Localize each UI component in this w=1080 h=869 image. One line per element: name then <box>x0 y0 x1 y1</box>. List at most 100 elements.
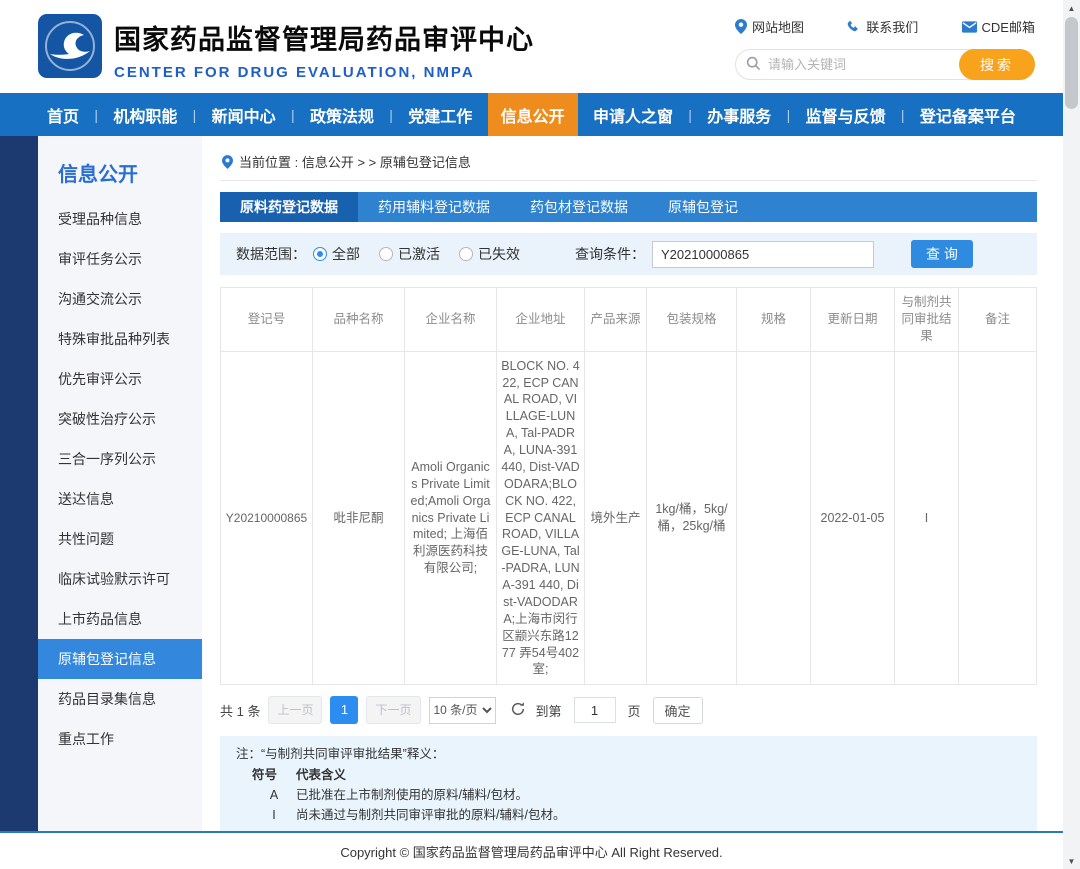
left-decoration-strip <box>0 136 38 831</box>
mailbox-label: CDE邮箱 <box>982 17 1035 36</box>
sidebar-item-three-in-one[interactable]: 三合一序列公示 <box>38 439 202 479</box>
tab-bar: 原料药登记数据 药用辅料登记数据 药包材登记数据 原辅包登记 <box>220 192 1037 222</box>
tab-packaging-registration[interactable]: 药包材登记数据 <box>510 192 648 222</box>
col-product-name: 品种名称 <box>313 288 405 352</box>
nav-item-applicant[interactable]: 申请人之窗 <box>580 93 686 136</box>
refresh-icon <box>510 701 526 717</box>
quick-links: 网站地图 联系我们 CDE邮箱 <box>735 17 1035 36</box>
col-remark: 备注 <box>959 288 1037 352</box>
sidebar-item-accepted-varieties[interactable]: 受理品种信息 <box>38 199 202 239</box>
site-subtitle: CENTER FOR DRUG EVALUATION, NMPA <box>114 64 534 81</box>
scroll-up-arrow[interactable]: ▲ <box>1063 0 1080 16</box>
page-size-select[interactable]: 10 条/页 <box>429 697 496 724</box>
query-button[interactable]: 查 询 <box>911 240 973 268</box>
radio-activated-label: 已激活 <box>398 244 440 264</box>
header-right: 网站地图 联系我们 CDE邮箱 <box>735 17 1035 80</box>
note-item-a: A 已批准在上市制剂使用的原料/辅料/包材。 <box>236 785 1021 805</box>
tab-raw-aux-pack[interactable]: 原辅包登记 <box>648 192 758 222</box>
sidebar-title: 信息公开 <box>38 150 202 199</box>
nav-divider <box>901 107 905 123</box>
note-item-i: I 尚未通过与制剂共同审评审批的原料/辅料/包材。 <box>236 805 1021 825</box>
results-table: 登记号 品种名称 企业名称 企业地址 产品来源 包装规格 规格 更新日期 与制剂… <box>220 287 1037 685</box>
mailbox-link[interactable]: CDE邮箱 <box>962 17 1035 36</box>
next-page-button[interactable]: 下一页 <box>366 696 420 724</box>
cell-update-date: 2022-01-05 <box>811 351 895 685</box>
nav-item-registration-platform[interactable]: 登记备案平台 <box>907 93 1029 136</box>
sidebar-item-drug-catalog[interactable]: 药品目录集信息 <box>38 679 202 719</box>
nav-item-policy[interactable]: 政策法规 <box>297 93 387 136</box>
sidebar-item-communication[interactable]: 沟通交流公示 <box>38 279 202 319</box>
nav-divider <box>787 107 791 123</box>
note-symbol-a: A <box>252 785 296 805</box>
col-company: 企业名称 <box>405 288 497 352</box>
page-number-1[interactable]: 1 <box>330 696 358 724</box>
radio-expired[interactable]: 已失效 <box>459 244 520 264</box>
results-table-wrap: 登记号 品种名称 企业名称 企业地址 产品来源 包装规格 规格 更新日期 与制剂… <box>220 287 1037 685</box>
nav-item-party[interactable]: 党建工作 <box>395 93 485 136</box>
scrollbar-thumb[interactable] <box>1065 17 1078 109</box>
prev-page-button[interactable]: 上一页 <box>268 696 322 724</box>
sidebar-item-common-issues[interactable]: 共性问题 <box>38 519 202 559</box>
scope-label: 数据范围： <box>236 244 306 264</box>
col-reg-no: 登记号 <box>221 288 313 352</box>
radio-all[interactable]: 全部 <box>313 244 360 264</box>
nav-item-supervision[interactable]: 监督与反馈 <box>793 93 899 136</box>
sidebar-item-marketed-drugs[interactable]: 上市药品信息 <box>38 599 202 639</box>
cde-logo <box>38 14 102 78</box>
cell-remark <box>959 351 1037 685</box>
map-pin-icon <box>735 19 747 34</box>
tab-excipient-registration[interactable]: 药用辅料登记数据 <box>358 192 510 222</box>
refresh-button[interactable] <box>508 700 528 720</box>
note-symbol-header: 符号 <box>252 765 296 785</box>
note-symbol-i: I <box>252 805 296 825</box>
query-input[interactable] <box>652 241 874 268</box>
nav-item-services[interactable]: 办事服务 <box>694 93 784 136</box>
radio-activated[interactable]: 已激活 <box>379 244 440 264</box>
sitemap-label: 网站地图 <box>752 17 804 36</box>
sidebar-item-review-tasks[interactable]: 审评任务公示 <box>38 239 202 279</box>
nav-item-info-disclosure[interactable]: 信息公开 <box>488 93 578 136</box>
col-address: 企业地址 <box>497 288 585 352</box>
goto-page-input[interactable] <box>574 697 616 723</box>
nav-divider <box>94 107 98 123</box>
radio-all-control[interactable] <box>313 247 327 261</box>
sidebar-item-raw-material-registration[interactable]: 原辅包登记信息 <box>38 639 202 679</box>
nav-divider <box>688 107 692 123</box>
cell-co-review-result: I <box>895 351 959 685</box>
sidebar-item-special-approval[interactable]: 特殊审批品种列表 <box>38 319 202 359</box>
col-package: 包装规格 <box>647 288 737 352</box>
breadcrumb-text: 当前位置 : 信息公开 > > 原辅包登记信息 <box>239 152 471 171</box>
cell-source: 境外生产 <box>585 351 647 685</box>
scrollbar[interactable]: ▲ ▼ <box>1063 0 1080 869</box>
radio-activated-control[interactable] <box>379 247 393 261</box>
tab-api-registration[interactable]: 原料药登记数据 <box>220 192 358 222</box>
nav-item-functions[interactable]: 机构职能 <box>100 93 190 136</box>
contact-label: 联系我们 <box>866 17 918 36</box>
sidebar-item-key-work[interactable]: 重点工作 <box>38 719 202 759</box>
radio-expired-control[interactable] <box>459 247 473 261</box>
sitemap-link[interactable]: 网站地图 <box>735 17 804 36</box>
search-icon <box>746 56 761 76</box>
cell-spec <box>737 351 811 685</box>
main-nav: 首页 机构职能 新闻中心 政策法规 党建工作 信息公开 申请人之窗 办事服务 监… <box>0 93 1063 136</box>
sidebar-item-priority-review[interactable]: 优先审评公示 <box>38 359 202 399</box>
nav-divider <box>389 107 393 123</box>
search-button[interactable]: 搜索 <box>959 49 1035 80</box>
sidebar-item-delivery-info[interactable]: 送达信息 <box>38 479 202 519</box>
scroll-down-arrow[interactable]: ▼ <box>1063 853 1080 869</box>
radio-expired-label: 已失效 <box>478 244 520 264</box>
filter-bar: 数据范围： 全部 已激活 已失效 查询条件： 查 询 <box>220 233 1037 275</box>
note-column-headers: 符号 代表含义 <box>236 765 1021 785</box>
sidebar-item-breakthrough-therapy[interactable]: 突破性治疗公示 <box>38 399 202 439</box>
sidebar-item-clinical-trial-license[interactable]: 临床试验默示许可 <box>38 559 202 599</box>
confirm-button[interactable]: 确定 <box>653 697 703 724</box>
cell-reg-no: Y20210000865 <box>221 351 313 685</box>
radio-all-label: 全部 <box>332 244 360 264</box>
note-title: 注：“与制剂共同审评审批结果”释义： <box>236 744 1021 764</box>
contact-link[interactable]: 联系我们 <box>847 17 918 36</box>
nav-item-home[interactable]: 首页 <box>34 93 92 136</box>
search-bar: 搜索 <box>735 49 1035 80</box>
swan-logo-icon <box>38 14 102 78</box>
nav-item-news[interactable]: 新闻中心 <box>199 93 289 136</box>
site-header: 国家药品监督管理局药品审评中心 CENTER FOR DRUG EVALUATI… <box>0 0 1063 93</box>
